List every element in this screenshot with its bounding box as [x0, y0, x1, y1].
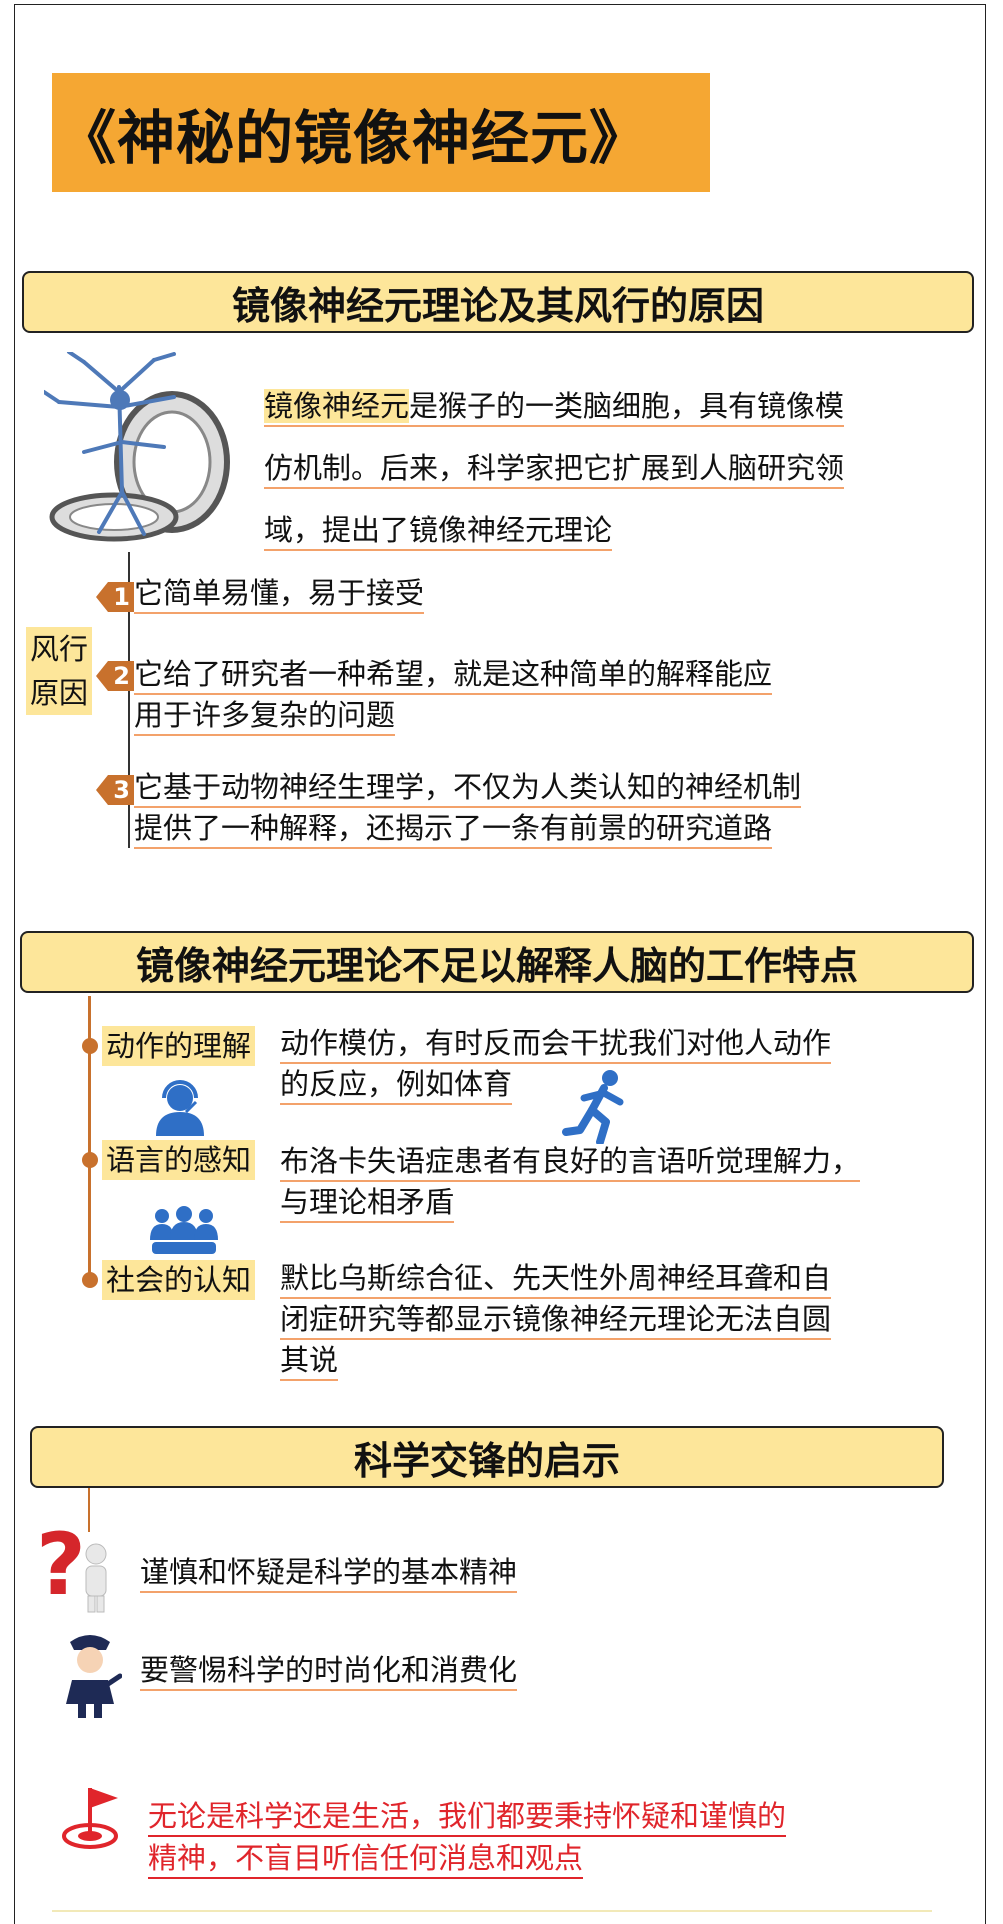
intro-line-2-text: 仿机制。后来，科学家把它扩展到人脑研究领	[264, 451, 845, 489]
section3-header: 科学交锋的启示	[30, 1426, 944, 1488]
item-3-line-3: 其说	[280, 1342, 339, 1381]
intro-line-1-text: 是猴子的一类脑细胞，具有镜像模	[409, 389, 845, 423]
section2-header: 镜像神经元理论不足以解释人脑的工作特点	[20, 931, 974, 993]
conclusion-line-1: 无论是科学还是生活，我们都要秉持怀疑和谨慎的	[148, 1798, 787, 1837]
item-2-label: 语言的感知	[102, 1140, 256, 1180]
reason-3-line-1: 它基于动物神经生理学，不仅为人类认知的神经机制	[134, 769, 802, 808]
side-label-line-2: 原因	[30, 676, 89, 710]
insight-1: 谨慎和怀疑是科学的基本精神	[140, 1554, 518, 1593]
reason-3-marker: 3	[96, 775, 134, 805]
svg-text:?: ?	[36, 1522, 86, 1614]
reason-1-line-1: 它简单易懂，易于接受	[134, 575, 425, 614]
item-3-label: 社会的认知	[102, 1260, 256, 1300]
item-2-dot	[82, 1152, 98, 1168]
title-banner: 《神秘的镜像神经元》	[52, 73, 710, 192]
police-officer-icon	[66, 1635, 122, 1718]
insight-2: 要警惕科学的时尚化和消费化	[140, 1652, 518, 1691]
intro-line-3-text: 域，提出了镜像神经元理论	[264, 513, 613, 551]
reason-2-line-2: 用于许多复杂的问题	[134, 697, 396, 736]
reason-1-marker: 1	[96, 582, 134, 612]
flag-target-icon	[62, 1788, 118, 1849]
page-title: 《神秘的镜像神经元》	[58, 103, 649, 172]
item-1-line-2: 的反应，例如体育	[280, 1066, 513, 1105]
highlight-term: 镜像神经元	[264, 389, 410, 423]
item-2-line-1: 布洛卡失语症患者有良好的言语听觉理解力，	[280, 1143, 861, 1182]
conclusion-line-2: 精神，不盲目听信任何消息和观点	[148, 1840, 584, 1879]
reason-2-marker: 2	[96, 661, 134, 691]
neuron-illustration	[44, 352, 230, 542]
running-person-icon	[562, 1070, 624, 1144]
bottom-divider	[52, 1910, 932, 1912]
intro-line-2: 仿机制。后来，科学家把它扩展到人脑研究领	[264, 450, 845, 489]
item-3-dot	[82, 1272, 98, 1288]
section1-header: 镜像神经元理论及其风行的原因	[22, 271, 974, 333]
item-1-label: 动作的理解	[102, 1026, 256, 1066]
intro-line-3: 域，提出了镜像神经元理论	[264, 512, 613, 551]
intro-line-1: 镜像神经元是猴子的一类脑细胞，具有镜像模	[264, 388, 845, 427]
reason-3-line-2: 提供了一种解释，还揭示了一条有前景的研究道路	[134, 810, 773, 849]
question-mark-figure-icon: ?	[36, 1522, 107, 1614]
item-1-line-1: 动作模仿，有时反而会干扰我们对他人动作	[280, 1025, 832, 1064]
item-2-line-2: 与理论相矛盾	[280, 1184, 455, 1223]
headset-person-icon	[156, 1080, 204, 1136]
item-3-line-2: 闭症研究等都显示镜像神经元理论无法自圆	[280, 1301, 832, 1340]
item-1-dot	[82, 1038, 98, 1054]
side-label: 风行 原因	[26, 627, 93, 715]
item-3-line-1: 默比乌斯综合征、先天性外周神经耳聋和自	[280, 1260, 832, 1299]
side-label-line-1: 风行	[30, 632, 89, 666]
group-people-icon	[150, 1206, 218, 1254]
reason-2-line-1: 它给了研究者一种希望，就是这种简单的解释能应	[134, 656, 773, 695]
